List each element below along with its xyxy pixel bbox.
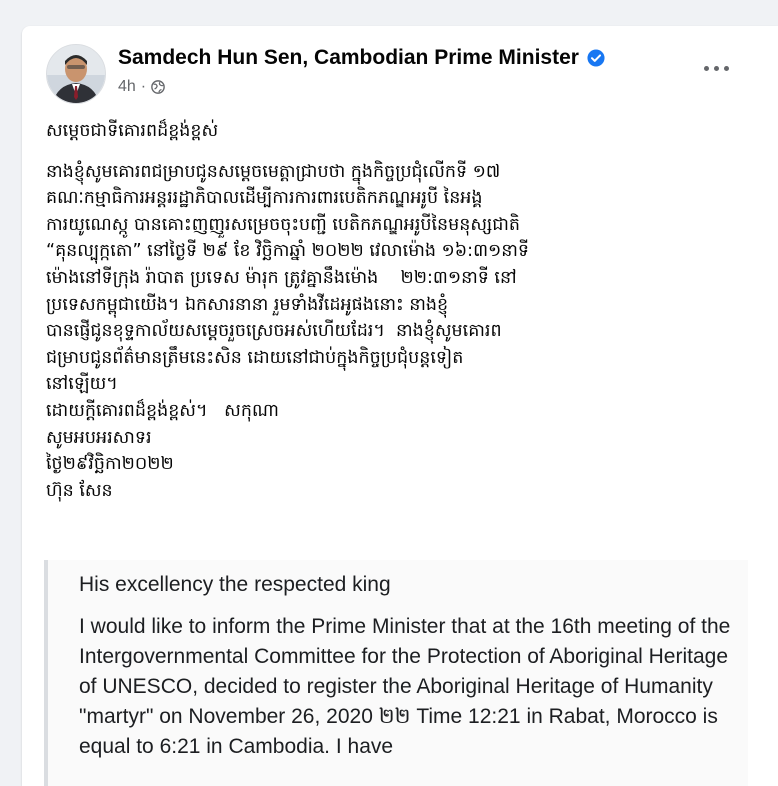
post-card: Samdech Hun Sen, Cambodian Prime Ministe… (22, 26, 778, 786)
meta-separator: · (140, 78, 147, 95)
khmer-line: បានផ្ញើជូនខុទ្ទកាល័យសម្តេចរួចស្រេចអស់ហើយ… (46, 321, 502, 342)
khmer-line: ថ្ងៃ២៩វិច្ឆិកា២០២២ (46, 454, 174, 475)
khmer-line: សូមអបអរសាទរ (46, 427, 152, 448)
more-options-button[interactable] (698, 56, 734, 80)
translation-greeting: His excellency the respected king (79, 573, 391, 596)
khmer-line: នាងខ្ញុំសូមគោរពជម្រាបជូនសម្តេចមេត្តាជ្រា… (46, 161, 501, 182)
khmer-line: សម្តេចជាទីគោរពដ៏ខ្ពង់ខ្ពស់ (46, 121, 219, 141)
post-timestamp[interactable]: 4h (118, 78, 136, 96)
translation-block: His excellency the respected king I woul… (44, 560, 748, 786)
post-meta: 4h · (118, 78, 165, 96)
khmer-line: ប្រទេសកម្ពុជាយើង។ ឯកសារនានា រួមទាំងវីដេអ… (46, 294, 449, 315)
translation-body: I would like to inform the Prime Ministe… (79, 615, 731, 758)
khmer-line: ហ៊ុន សែន (46, 480, 113, 501)
khmer-line: ជម្រាបជូនព័ត៌មានត្រឹមនេះសិន ដោយនៅជាប់ក្ន… (46, 347, 464, 368)
khmer-line: “គុនល្បុក្កតោ” នៅថ្ងៃទី ២៩ ខែ វិច្ឆិកាឆ្… (46, 241, 530, 262)
khmer-line: ដោយក្តីគោរពដ៏ខ្ពង់ខ្ពស់។ សកុណា (46, 400, 279, 421)
khmer-line: គណៈកម្មាធិការអន្តររដ្ឋាភិបាលដើម្បីការការ… (46, 188, 483, 209)
khmer-line: នៅឡើយ។ (46, 374, 118, 395)
more-options-icon (723, 65, 729, 71)
author-avatar[interactable] (46, 44, 106, 104)
globe-icon[interactable] (151, 80, 165, 94)
post-text-khmer: សម្តេចជាទីគោរពដ៏ខ្ពង់ខ្ពស់ នាងខ្ញុំសូមគោ… (46, 118, 746, 504)
author-name[interactable]: Samdech Hun Sen, Cambodian Prime Ministe… (118, 46, 579, 70)
more-options-icon (703, 65, 709, 71)
verified-badge-icon (587, 49, 605, 67)
more-options-icon (713, 65, 719, 71)
khmer-line: ការយូណេស្កូ បានគោះញញួរសម្រេចចុះបញ្ជី បេត… (46, 214, 521, 235)
author-name-row: Samdech Hun Sen, Cambodian Prime Ministe… (118, 46, 605, 70)
khmer-line: ម៉ោងនៅទីក្រុង រ៉ាបាត ប្រទេស ម៉ារុក ត្រូវ… (46, 267, 517, 288)
